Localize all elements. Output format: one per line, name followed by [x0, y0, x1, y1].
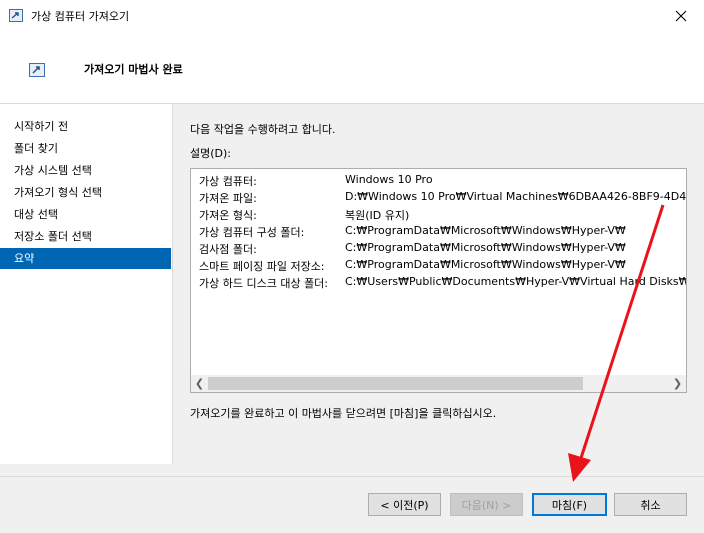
summary-value: 복원(ID 유지) [345, 209, 410, 222]
close-icon [675, 10, 687, 21]
summary-row: 스마트 페이징 파일 저장소: C:₩ProgramData₩Microsoft… [199, 258, 686, 275]
horizontal-scrollbar[interactable]: ❮ ❯ [191, 375, 686, 392]
summary-value: C:₩ProgramData₩Microsoft₩Windows₩Hyper-V… [345, 258, 626, 271]
nav-item-import-type[interactable]: 가져오기 형식 선택 [0, 182, 171, 203]
summary-row: 가상 하드 디스크 대상 폴더: C:₩Users₩Public₩Documen… [199, 275, 687, 292]
cancel-button[interactable]: 취소 [614, 493, 687, 516]
summary-row: 검사점 폴더: C:₩ProgramData₩Microsoft₩Windows… [199, 241, 686, 258]
summary-row: 가져온 파일: D:₩Windows 10 Pro₩Virtual Machin… [199, 190, 687, 207]
summary-key: 가상 컴퓨터: [199, 175, 257, 188]
summary-value: Windows 10 Pro [345, 173, 433, 186]
summary-key: 가져온 형식: [199, 209, 257, 222]
summary-key: 가상 하드 디스크 대상 폴더: [199, 277, 329, 290]
wizard-header: 가져오기 마법사 완료 [0, 31, 704, 104]
title-bar[interactable]: 가상 컴퓨터 가져오기 [0, 0, 704, 31]
nav-item-choose-destination[interactable]: 대상 선택 [0, 204, 171, 225]
nav-item-select-vm[interactable]: 가상 시스템 선택 [0, 160, 171, 181]
nav-item-locate-folder[interactable]: 폴더 찾기 [0, 138, 171, 159]
summary-value: C:₩ProgramData₩Microsoft₩Windows₩Hyper-V… [345, 241, 626, 254]
summary-value: C:₩ProgramData₩Microsoft₩Windows₩Hyper-V… [345, 224, 626, 237]
finish-button[interactable]: 마침(F) [532, 493, 607, 516]
footer-divider [0, 476, 704, 477]
nav-item-before-you-begin[interactable]: 시작하기 전 [0, 116, 171, 137]
scrollbar-thumb[interactable] [208, 377, 583, 390]
wizard-content: 다음 작업을 수행하려고 합니다. 설명(D): 가상 컴퓨터: Windows… [173, 104, 704, 476]
close-button[interactable] [658, 0, 704, 31]
summary-listbox[interactable]: 가상 컴퓨터: Windows 10 Pro 가져온 파일: D:₩Window… [190, 168, 687, 393]
scroll-left-icon[interactable]: ❮ [191, 375, 208, 392]
wizard-step-nav: 시작하기 전 폴더 찾기 가상 시스템 선택 가져오기 형식 선택 대상 선택 … [0, 104, 173, 464]
previous-button[interactable]: < 이전(P) [368, 493, 441, 516]
summary-key: 검사점 폴더: [199, 243, 257, 256]
summary-value: D:₩Windows 10 Pro₩Virtual Machines₩6DBAA… [345, 190, 687, 203]
summary-value: C:₩Users₩Public₩Documents₩Hyper-V₩Virtua… [345, 275, 687, 288]
intro-text: 다음 작업을 수행하려고 합니다. [190, 123, 336, 136]
import-vm-icon [29, 63, 45, 77]
summary-row: 가상 컴퓨터: Windows 10 Pro [199, 173, 686, 190]
import-vm-icon [9, 9, 23, 22]
next-button[interactable]: 다음(N) > [450, 493, 523, 516]
nav-item-summary[interactable]: 요약 [0, 248, 171, 269]
summary-key: 가상 컴퓨터 구성 폴더: [199, 226, 305, 239]
summary-row: 가져온 형식: 복원(ID 유지) [199, 207, 686, 224]
description-label: 설명(D): [190, 147, 231, 160]
import-vm-wizard-window: 가상 컴퓨터 가져오기 가져오기 마법사 완료 시작하기 전 폴더 찾기 가상 … [0, 0, 704, 533]
nav-item-storage-folders[interactable]: 저장소 폴더 선택 [0, 226, 171, 247]
summary-row: 가상 컴퓨터 구성 폴더: C:₩ProgramData₩Microsoft₩W… [199, 224, 686, 241]
window-title: 가상 컴퓨터 가져오기 [31, 10, 130, 23]
finish-hint-text: 가져오기를 완료하고 이 마법사를 닫으려면 [마침]을 클릭하십시오. [190, 407, 497, 420]
page-title: 가져오기 마법사 완료 [84, 63, 183, 76]
summary-key: 가져온 파일: [199, 192, 257, 205]
summary-key: 스마트 페이징 파일 저장소: [199, 260, 325, 273]
scroll-right-icon[interactable]: ❯ [669, 375, 686, 392]
